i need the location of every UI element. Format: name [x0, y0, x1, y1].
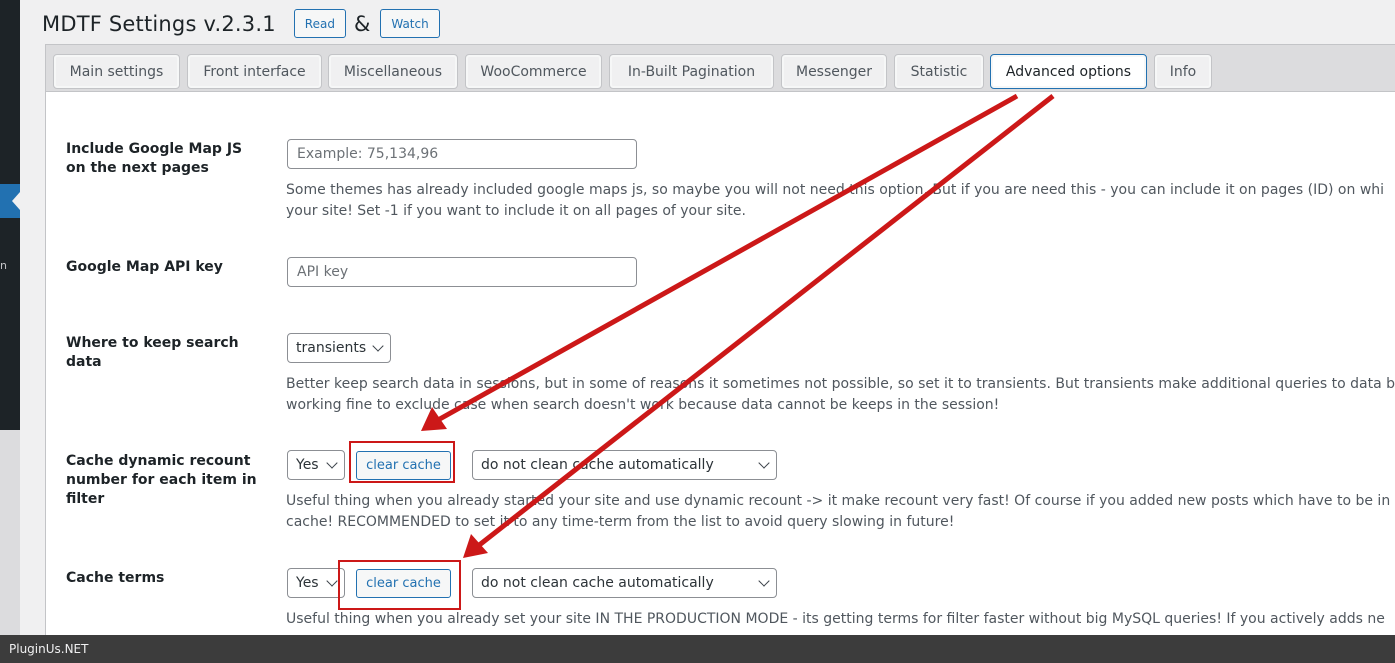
footer-brand: PluginUs.NET: [9, 642, 89, 656]
desc-line: cache! RECOMMENDED to set it to any time…: [286, 514, 955, 530]
tab-front-interface[interactable]: Front interface: [187, 54, 322, 89]
chevron-down-icon: [758, 457, 770, 469]
label-line: Cache dynamic recount: [66, 453, 251, 469]
settings-tabs: Main settings Front interface Miscellane…: [45, 44, 1395, 92]
label-line: data: [66, 354, 102, 370]
tab-woocommerce[interactable]: WooCommerce: [465, 54, 602, 89]
footer-bar: PluginUs.NET: [0, 635, 1395, 663]
desc-line: Some themes has already included google …: [286, 182, 1385, 198]
sidebar-gap: [0, 430, 20, 635]
sidebar-label-fragment: n: [0, 259, 7, 272]
cache-recount-period-select[interactable]: do not clean cache automatically: [472, 450, 777, 480]
desc-line: Useful thing when you already set your s…: [286, 611, 1385, 627]
tab-info[interactable]: Info: [1154, 54, 1212, 89]
search-data-select[interactable]: transients: [287, 333, 391, 363]
ampersand: &: [353, 11, 371, 36]
desc-line: working fine to exclude case when search…: [286, 397, 1000, 413]
label-line: filter: [66, 491, 105, 507]
tab-messenger[interactable]: Messenger: [781, 54, 887, 89]
desc-line: your site! Set -1 if you want to include…: [286, 203, 746, 219]
cache-terms-period-select[interactable]: do not clean cache automatically: [472, 568, 777, 598]
clear-cache-recount-button[interactable]: clear cache: [356, 451, 451, 480]
cache-recount-label: Cache dynamic recount number for each it…: [66, 452, 261, 509]
select-value: Yes: [296, 575, 319, 591]
chevron-down-icon: [326, 457, 338, 469]
google-map-api-key-label: Google Map API key: [66, 259, 223, 275]
tab-miscellaneous[interactable]: Miscellaneous: [328, 54, 458, 89]
label-line: on the next pages: [66, 160, 209, 176]
google-map-js-description: Some themes has already included google …: [286, 180, 1384, 222]
sidebar-current-arrow-icon: [12, 192, 20, 210]
watch-button[interactable]: Watch: [380, 9, 440, 38]
search-data-label: Where to keep search data: [66, 334, 261, 372]
clear-cache-terms-button[interactable]: clear cache: [356, 569, 451, 598]
page-title: MDTF Settings v.2.3.1: [42, 11, 276, 36]
tab-statistic[interactable]: Statistic: [894, 54, 984, 89]
desc-line: Useful thing when you already started yo…: [286, 493, 1391, 509]
tab-main-settings[interactable]: Main settings: [53, 54, 180, 89]
google-map-js-label: Include Google Map JS on the next pages: [66, 140, 261, 178]
admin-sidebar: n: [0, 0, 20, 430]
select-value: Yes: [296, 457, 319, 473]
api-key-input[interactable]: [287, 257, 637, 287]
cache-recount-description: Useful thing when you already started yo…: [286, 491, 1390, 533]
select-value: transients: [296, 340, 367, 356]
label-line: Include Google Map JS: [66, 141, 243, 157]
select-value: do not clean cache automatically: [481, 457, 714, 473]
chevron-down-icon: [758, 575, 770, 587]
label-line: Where to keep search: [66, 335, 239, 351]
tab-in-built-pagination[interactable]: In-Built Pagination: [609, 54, 774, 89]
chevron-down-icon: [326, 575, 338, 587]
cache-recount-select[interactable]: Yes: [287, 450, 345, 480]
google-map-pages-input[interactable]: [287, 139, 637, 169]
select-value: do not clean cache automatically: [481, 575, 714, 591]
search-data-description: Better keep search data in sessions, but…: [286, 374, 1395, 416]
cache-terms-label: Cache terms: [66, 570, 165, 586]
tab-advanced-options[interactable]: Advanced options: [990, 54, 1147, 89]
cache-terms-select[interactable]: Yes: [287, 568, 345, 598]
chevron-down-icon: [372, 340, 384, 352]
desc-line: Better keep search data in sessions, but…: [286, 376, 1395, 392]
label-line: number for each item in: [66, 472, 257, 488]
read-button[interactable]: Read: [293, 9, 346, 38]
cache-terms-description: Useful thing when you already set your s…: [286, 609, 1385, 630]
page-header: MDTF Settings v.2.3.1 Read & Watch: [42, 9, 440, 38]
